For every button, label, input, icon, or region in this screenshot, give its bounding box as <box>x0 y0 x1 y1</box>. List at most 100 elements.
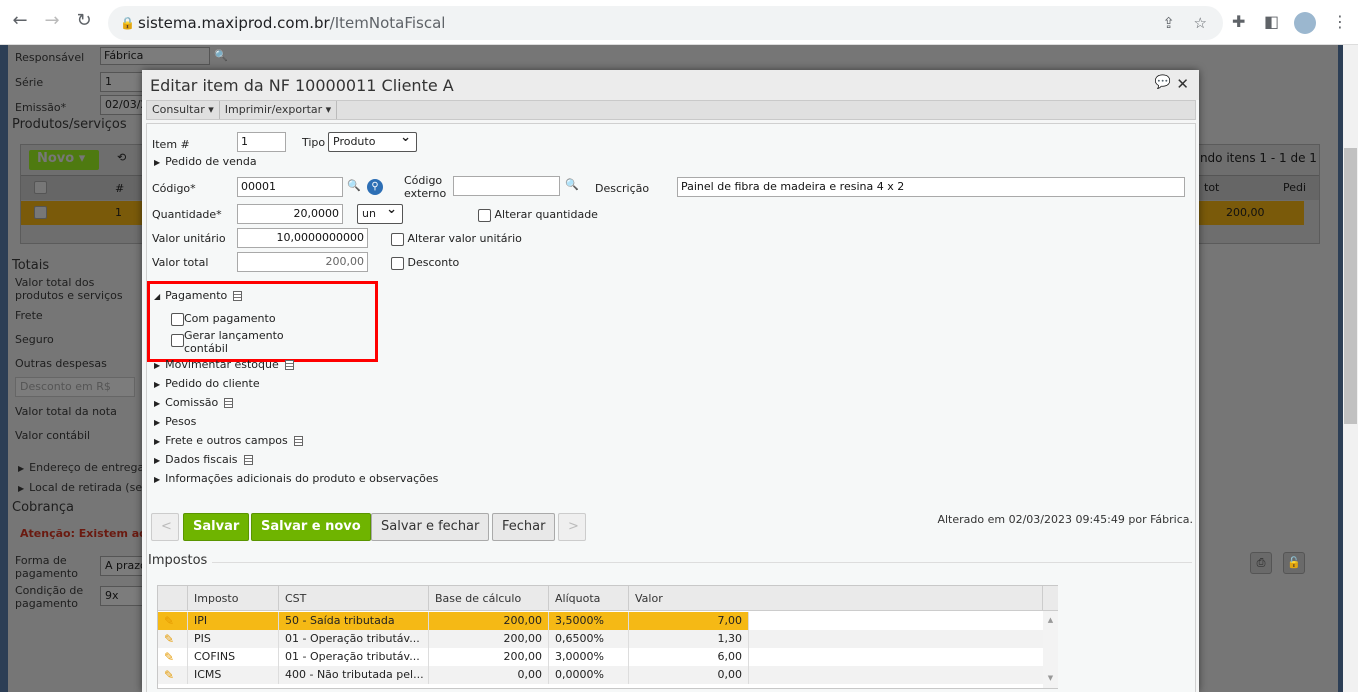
edit-pencil-icon[interactable]: ✎ <box>158 666 188 684</box>
address-bar[interactable]: 🔒 sistema.maxiprod.com.br/ItemNotaFiscal… <box>108 6 1223 40</box>
edit-pencil-icon[interactable]: ✎ <box>158 630 188 648</box>
imprimir-exportar-menu[interactable]: Imprimir/exportar ▾ <box>220 101 338 119</box>
cell-base: 200,00 <box>429 630 549 648</box>
refresh-icon[interactable]: ⟲ <box>117 151 126 164</box>
pedido-venda-toggle[interactable]: ▶ Pedido de venda <box>154 155 257 171</box>
unidade-select[interactable]: un <box>357 202 403 224</box>
search-icon[interactable]: 🔍 <box>565 178 579 191</box>
codigo-externo-field[interactable] <box>453 176 560 196</box>
section-comissao[interactable]: ▶ Comissão <box>154 396 234 412</box>
edit-pencil-icon[interactable]: ✎ <box>158 612 188 630</box>
cell-imposto: COFINS <box>188 648 279 666</box>
alterar-valor-unitario-checkbox[interactable]: Alterar valor unitário <box>391 232 522 246</box>
alterar-quantidade-checkbox[interactable]: Alterar quantidade <box>478 208 598 222</box>
section-label: Pedido do cliente <box>165 377 260 390</box>
menu-icon[interactable]: ⋮ <box>1332 12 1348 31</box>
serie-field[interactable]: 1 <box>100 72 145 92</box>
row-checkbox[interactable] <box>34 206 47 219</box>
salvar-e-novo-button[interactable]: Salvar e novo <box>251 513 371 541</box>
checkbox[interactable] <box>391 256 404 270</box>
print-icon[interactable]: ⎙ <box>1250 552 1272 574</box>
cell-valor: 6,00 <box>629 648 749 666</box>
section-pedido-cliente[interactable]: ▶ Pedido do cliente <box>154 377 260 393</box>
cell-aliquota: 0,0000% <box>549 666 629 684</box>
notes-icon[interactable] <box>284 360 294 370</box>
desconto-select[interactable]: Desconto em R$ <box>15 377 135 397</box>
share-icon[interactable]: ⇪ <box>1162 6 1175 40</box>
notes-icon[interactable] <box>293 436 303 446</box>
search-icon[interactable]: 🔍 <box>347 179 361 192</box>
section-informacoes-adicionais[interactable]: ▶ Informações adicionais do produto e obs… <box>154 472 438 488</box>
fechar-button[interactable]: Fechar <box>492 513 556 541</box>
section-movimentar-estoque[interactable]: ▶ Movimentar estoque <box>154 358 294 374</box>
salvar-e-fechar-button[interactable]: Salvar e fechar <box>371 513 490 541</box>
valor-unitario-label: Valor unitário <box>152 232 226 245</box>
cell-cst: 01 - Operação tributáv... <box>279 630 429 648</box>
paging-info: bindo itens 1 - 1 de 1 <box>1189 151 1317 165</box>
endereco-entrega-toggle[interactable]: ▶ Endereço de entrega <box>18 461 144 474</box>
col-num: # <box>115 182 125 195</box>
col-valor[interactable]: Valor <box>629 586 1043 611</box>
col-imposto[interactable]: Imposto <box>188 586 279 611</box>
alterar-valor-unitario-label: Alterar valor unitário <box>407 232 522 245</box>
back-icon[interactable]: ← <box>8 10 32 31</box>
section-frete-outros[interactable]: ▶ Frete e outros campos <box>154 434 303 450</box>
valor-unitario-field[interactable]: 10,0000000000 <box>237 228 368 248</box>
item-field[interactable]: 1 <box>237 132 286 152</box>
consultar-menu[interactable]: Consultar ▾ <box>147 101 220 119</box>
section-label: Frete e outros campos <box>165 434 288 447</box>
emissao-field[interactable]: 02/03/2 <box>100 95 145 115</box>
descricao-field[interactable]: Painel de fibra de madeira e resina 4 x … <box>677 177 1185 197</box>
edit-pencil-icon[interactable]: ✎ <box>158 648 188 666</box>
reload-icon[interactable]: ↻ <box>72 10 96 31</box>
unlock-icon[interactable]: 🔓 <box>1283 552 1305 574</box>
notes-icon[interactable] <box>224 398 234 408</box>
pagamento-toggle[interactable]: ◢ Pagamento <box>154 289 243 305</box>
bookmark-star-icon[interactable]: ☆ <box>1194 6 1207 40</box>
descricao-label: Descrição <box>595 182 650 195</box>
notes-icon[interactable] <box>243 455 253 465</box>
table-row[interactable]: ✎ PIS 01 - Operação tributáv... 200,00 0,650… <box>158 630 1043 648</box>
com-pagamento-checkbox[interactable]: Com pagamento <box>171 312 276 326</box>
table-row[interactable]: ✎ COFINS 01 - Operação tributáv... 200,00 3,… <box>158 648 1043 666</box>
table-scrollbar[interactable]: ▲ ▼ <box>1043 611 1058 688</box>
local-retirada-toggle[interactable]: ▶ Local de retirada (se <box>18 481 142 494</box>
comment-icon[interactable]: 💬 <box>1155 75 1171 90</box>
checkbox[interactable] <box>478 208 491 222</box>
responsavel-field[interactable]: Fábrica <box>100 47 210 65</box>
next-button[interactable]: > <box>558 513 586 541</box>
col-cst[interactable]: CST <box>279 586 429 611</box>
condicao-pagamento-field[interactable]: 9x <box>100 586 145 606</box>
forward-icon[interactable]: → <box>40 10 64 31</box>
product-lookup-icon[interactable]: ⚲ <box>367 179 383 195</box>
salvar-button[interactable]: Salvar <box>183 513 250 541</box>
col-aliquota[interactable]: Alíquota <box>549 586 629 611</box>
checkbox[interactable] <box>171 312 184 326</box>
forma-pagamento-field[interactable]: A prazo <box>100 556 145 576</box>
profile-avatar[interactable] <box>1294 12 1316 34</box>
close-icon[interactable]: ✕ <box>1176 75 1189 93</box>
extensions-icon[interactable]: ✚ <box>1232 12 1245 31</box>
desconto-checkbox[interactable]: Desconto <box>391 256 459 270</box>
atencao-warning: Atenção: Existem ad <box>20 527 148 540</box>
left-sidebar-edge <box>0 45 8 692</box>
search-icon[interactable]: 🔍 <box>214 49 228 62</box>
side-panel-icon[interactable]: ◧ <box>1264 12 1279 31</box>
cell-aliquota: 3,5000% <box>549 612 629 630</box>
checkbox[interactable] <box>391 232 404 246</box>
col-base[interactable]: Base de cálculo <box>429 586 549 611</box>
table-row[interactable]: ✎ ICMS 400 - Não tributada pel... 0,00 0,000… <box>158 666 1043 684</box>
notes-icon[interactable] <box>233 291 243 301</box>
novo-button[interactable]: Novo ▾ <box>29 150 99 170</box>
section-pesos[interactable]: ▶ Pesos <box>154 415 196 431</box>
table-row[interactable]: ✎ IPI 50 - Saída tributada 200,00 3,5000% 7,0… <box>158 612 1043 630</box>
codigo-field[interactable]: 00001 <box>237 177 343 197</box>
section-dados-fiscais[interactable]: ▶ Dados fiscais <box>154 453 253 469</box>
select-all-checkbox[interactable] <box>34 181 47 194</box>
page-scrollbar-thumb[interactable] <box>1344 148 1357 424</box>
gerar-lancamento-checkbox[interactable] <box>171 334 184 347</box>
cell-base: 0,00 <box>429 666 549 684</box>
quantidade-field[interactable]: 20,0000 <box>237 204 343 224</box>
tipo-select[interactable]: Produto <box>328 130 417 152</box>
previous-button[interactable]: < <box>151 513 179 541</box>
